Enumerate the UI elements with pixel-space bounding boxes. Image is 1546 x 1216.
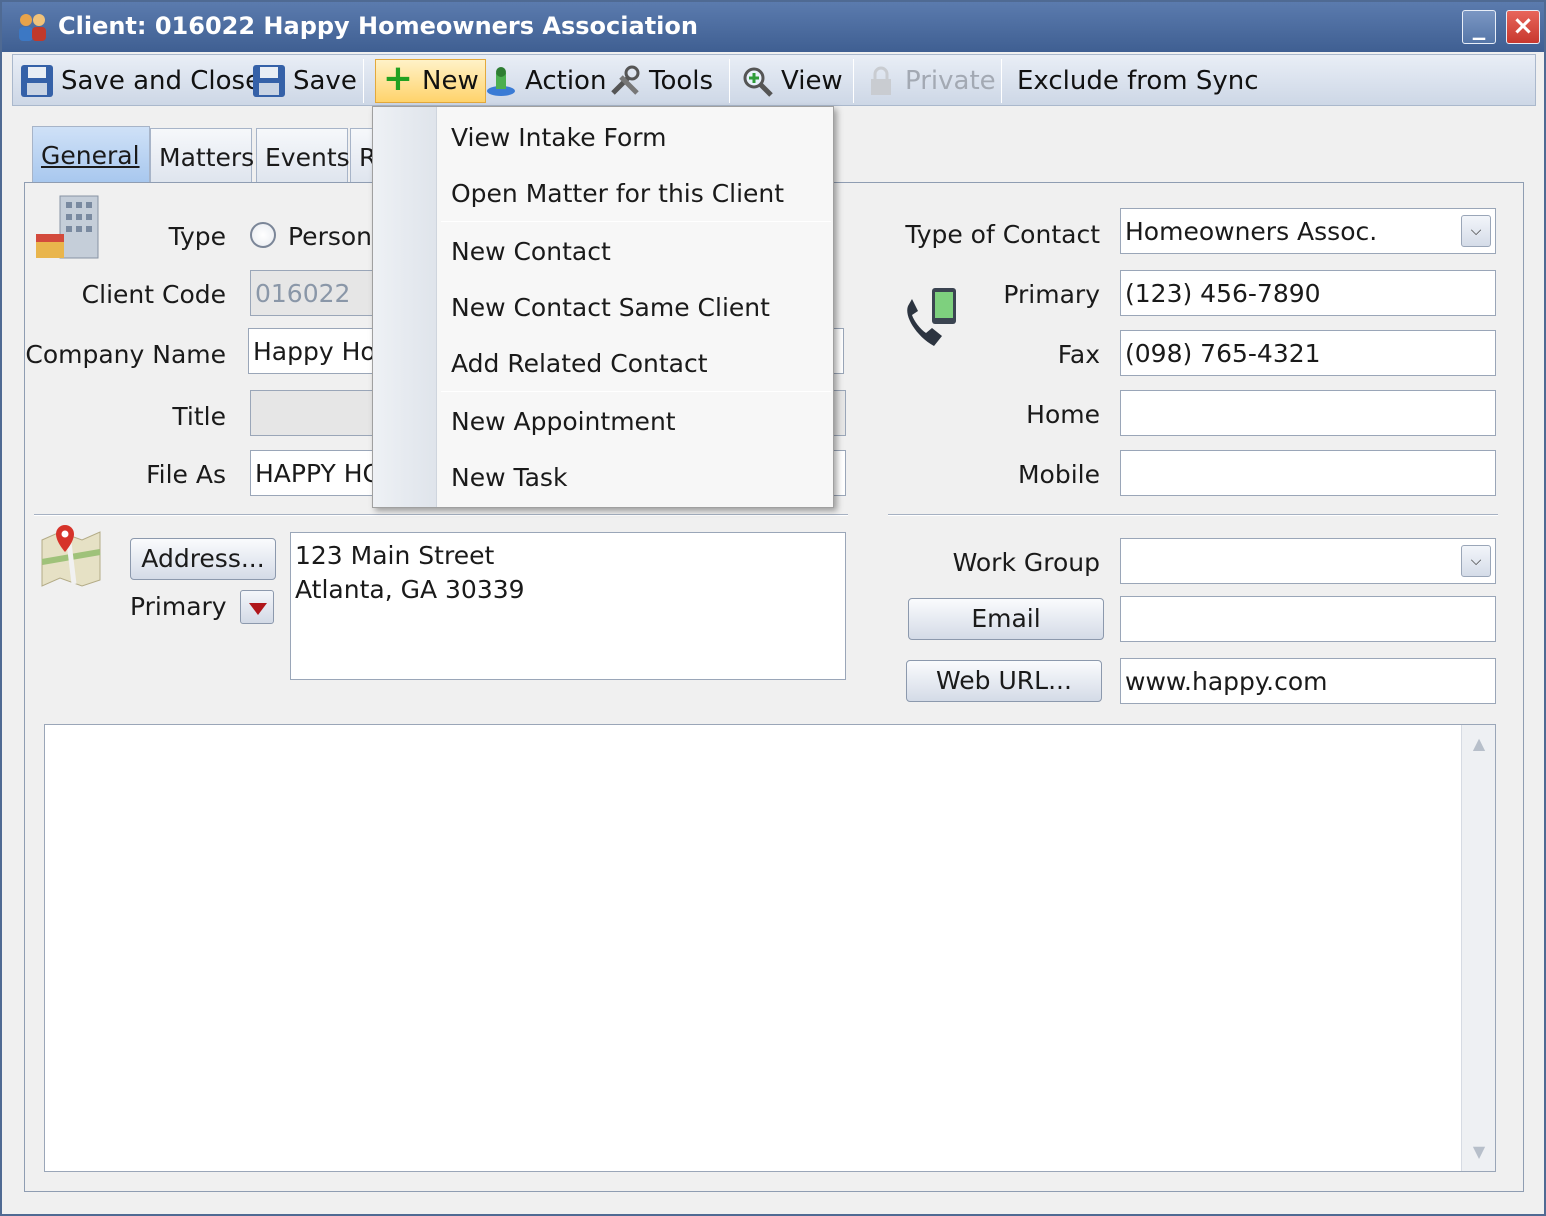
triangle-down-icon: [249, 603, 267, 615]
right-divider: [888, 514, 1498, 516]
save-button[interactable]: Save: [253, 59, 357, 103]
contacts-icon: [16, 12, 50, 42]
primary-phone-field[interactable]: (123) 456-7890: [1120, 270, 1496, 316]
title-bar[interactable]: Client: 016022 Happy Homeowners Associat…: [2, 2, 1544, 52]
scroll-down-icon[interactable]: ▼: [1466, 1137, 1492, 1167]
company-name-label: Company Name: [25, 340, 226, 369]
tab-matters[interactable]: Matters: [150, 128, 254, 182]
web-url-button[interactable]: Web URL...: [906, 660, 1102, 702]
tools-button[interactable]: Tools: [609, 59, 713, 103]
minimize-button[interactable]: _: [1462, 10, 1496, 44]
work-group-combo[interactable]: ⌵: [1120, 538, 1496, 584]
lock-icon: [865, 65, 897, 97]
map-pin-icon: [38, 522, 104, 588]
save-and-close-button[interactable]: Save and Close: [21, 59, 261, 103]
email-button[interactable]: Email: [908, 598, 1104, 640]
address-line-1: 123 Main Street: [295, 541, 495, 570]
save-close-icon: [21, 65, 53, 97]
file-as-label: File As: [146, 460, 226, 489]
scroll-up-icon[interactable]: ▲: [1466, 729, 1492, 759]
view-button[interactable]: View: [741, 59, 843, 103]
menu-item-new-task[interactable]: New Task: [451, 463, 567, 492]
fax-field[interactable]: (098) 765-4321: [1120, 330, 1496, 376]
mobile-phone-field[interactable]: [1120, 450, 1496, 496]
client-code-label: Client Code: [81, 280, 226, 309]
address-textarea[interactable]: 123 Main Street Atlanta, GA 30339: [290, 532, 846, 680]
menu-item-new-contact[interactable]: New Contact: [451, 237, 611, 266]
tab-general[interactable]: General: [32, 126, 150, 184]
window-title: Client: 016022 Happy Homeowners Associat…: [58, 12, 698, 40]
fax-label: Fax: [1057, 340, 1100, 369]
plus-icon: +: [382, 58, 414, 99]
address-type-dropdown[interactable]: [240, 590, 274, 624]
close-button[interactable]: ×: [1506, 10, 1540, 44]
tab-events[interactable]: Events: [256, 128, 350, 182]
menu-item-new-appointment[interactable]: New Appointment: [451, 407, 676, 436]
home-phone-label: Home: [1026, 400, 1100, 429]
type-of-contact-value: Homeowners Assoc.: [1125, 217, 1378, 246]
work-group-label: Work Group: [952, 548, 1100, 577]
address-type-label: Primary: [130, 592, 227, 621]
home-phone-field[interactable]: [1120, 390, 1496, 436]
mobile-phone-label: Mobile: [1017, 460, 1100, 489]
client-code-field[interactable]: 016022: [250, 270, 374, 316]
exclude-from-sync-button[interactable]: Exclude from Sync: [1017, 59, 1259, 103]
left-divider: [34, 514, 848, 516]
menu-item-new-contact-same-client[interactable]: New Contact Same Client: [451, 293, 770, 322]
menu-item-open-matter[interactable]: Open Matter for this Client: [451, 179, 784, 208]
notes-textarea[interactable]: ▲ ▼: [44, 724, 1496, 1172]
chevron-down-icon[interactable]: ⌵: [1461, 215, 1491, 247]
email-field[interactable]: [1120, 596, 1496, 642]
primary-phone-label: Primary: [1003, 280, 1100, 309]
type-label: Type: [168, 222, 226, 251]
stamp-icon: [485, 65, 517, 97]
new-button[interactable]: + New: [375, 59, 486, 103]
chevron-down-icon[interactable]: ⌵: [1461, 545, 1491, 577]
save-icon: [253, 65, 285, 97]
private-button[interactable]: Private: [865, 59, 996, 103]
notes-scrollbar[interactable]: ▲ ▼: [1461, 725, 1495, 1171]
menu-item-add-related-contact[interactable]: Add Related Contact: [451, 349, 708, 378]
building-icon: [34, 194, 102, 260]
type-of-contact-label: Type of Contact: [905, 220, 1100, 249]
menu-item-view-intake-form[interactable]: View Intake Form: [451, 123, 667, 152]
type-person-radio[interactable]: [250, 222, 276, 248]
magnifier-icon: [741, 65, 773, 97]
address-line-2: Atlanta, GA 30339: [295, 575, 525, 604]
toolbar: Save and Close Save + New Action Tools V…: [12, 54, 1536, 106]
title-label: Title: [172, 402, 226, 431]
type-person-label: Person: [288, 222, 373, 251]
client-window: Client: 016022 Happy Homeowners Associat…: [0, 0, 1546, 1216]
type-of-contact-combo[interactable]: Homeowners Assoc. ⌵: [1120, 208, 1496, 254]
address-button[interactable]: Address...: [130, 538, 276, 580]
phone-icon: [902, 284, 964, 350]
tools-icon: [609, 65, 641, 97]
web-url-field[interactable]: www.happy.com: [1120, 658, 1496, 704]
new-dropdown-menu: View Intake Form Open Matter for this Cl…: [372, 106, 834, 508]
action-button[interactable]: Action: [485, 59, 606, 103]
